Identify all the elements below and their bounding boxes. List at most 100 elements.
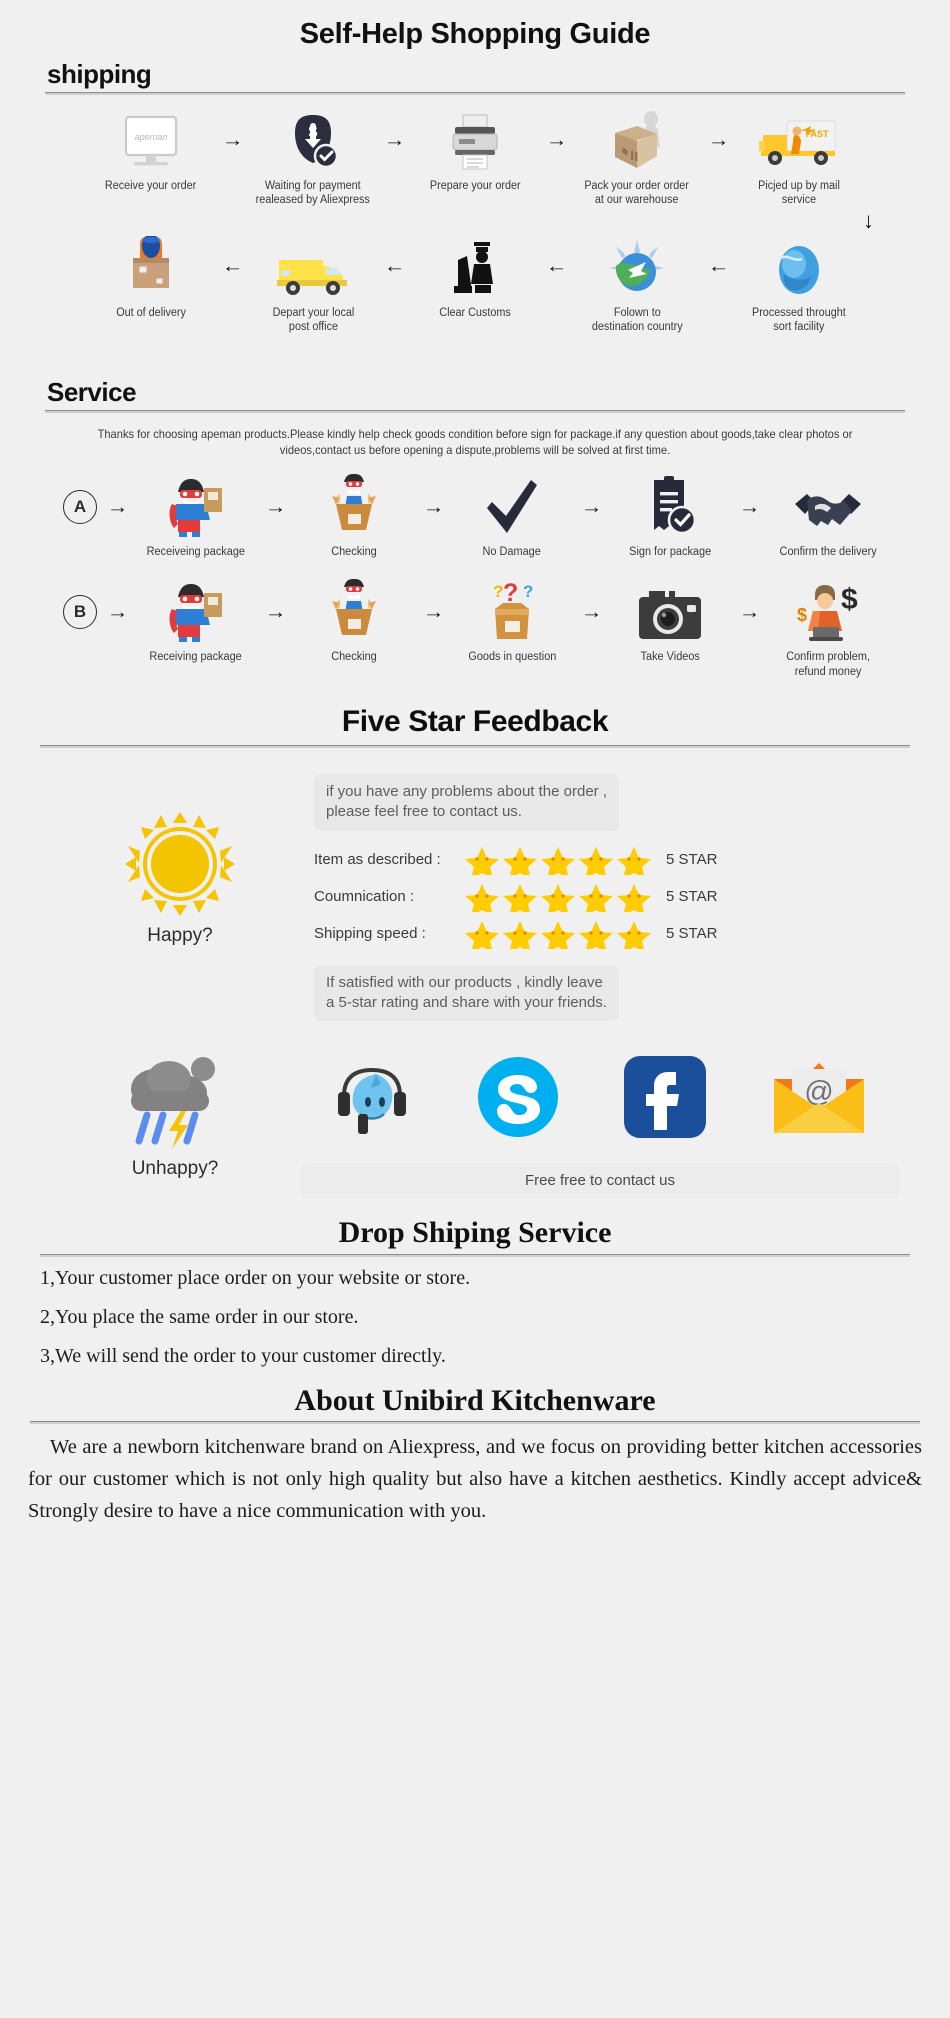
service-flow-b: B → Receiving package → Checking → ? ? ?… (0, 579, 950, 679)
dropship-list: 1,Your customer place order on your webs… (40, 1267, 910, 1368)
handshake-icon (793, 476, 863, 538)
svg-text:$: $ (797, 605, 807, 625)
email-icon[interactable]: @ (770, 1059, 868, 1140)
skype-icon[interactable] (476, 1055, 560, 1144)
arrow-right-icon: → (738, 601, 760, 623)
star-rating (462, 845, 658, 875)
arrow-left-icon: ← (707, 256, 729, 278)
contact-bar[interactable]: Free free to contact us (300, 1163, 900, 1199)
arrow-right-icon: → (383, 129, 405, 151)
service-step-label: Take Videos (640, 651, 700, 664)
svg-text:$: $ (841, 583, 858, 616)
svg-text:$: $ (309, 124, 318, 141)
dropship-rule (40, 1254, 910, 1258)
arrow-right-icon: → (221, 129, 243, 151)
service-step: $ $ Confirm problem, refund money (769, 581, 887, 679)
shipping-step: Pack your order order at our warehouse (576, 109, 698, 208)
checkmark-icon (481, 476, 543, 538)
shipping-step-label: Depart your local post office (272, 306, 354, 334)
service-step-label: Confirm the delivery (779, 546, 877, 559)
shipping-step-label: Folown to destination country (591, 306, 683, 334)
shipping-step-label: Receive your order (105, 180, 197, 192)
shipping-heading: shipping (47, 59, 152, 89)
rating-row: Item as described : 5 STAR (314, 845, 900, 875)
hero-opening-box-icon (324, 579, 384, 643)
rating-row: Shipping speed : 5 STAR (314, 919, 900, 949)
rating-label: Coumnication : (314, 888, 415, 906)
unhappy-block: Unhappy? (50, 1049, 300, 1198)
arrow-right-icon: → (264, 601, 286, 623)
service-step-label: Confirm problem, refund money (786, 651, 870, 678)
svg-text:?: ? (523, 582, 533, 601)
arrow-right-icon: → (545, 129, 567, 151)
monitor-apeman-icon: apeman (120, 109, 182, 171)
printer-icon (447, 109, 503, 171)
about-heading: About Unibird Kitchenware (294, 1384, 656, 1418)
service-step: No Damage (453, 476, 571, 559)
service-step-label: No Damage (482, 546, 542, 559)
shipping-step-label: Out of delivery (116, 306, 186, 319)
feedback-section: Happy? if you have any problems about th… (0, 774, 950, 1022)
service-step: Receiving package (137, 581, 255, 664)
storm-cloud-icon (123, 1049, 227, 1154)
rating-value: 5 STAR (666, 888, 718, 906)
happy-block: Happy? (50, 774, 310, 1021)
service-step-label: Receiveing package (146, 546, 246, 559)
customs-officer-icon (446, 236, 504, 298)
fast-truck-icon: FAST (757, 109, 841, 171)
service-rule (45, 409, 905, 413)
service-step: Sign for package (611, 476, 729, 559)
svg-text:?: ? (503, 579, 518, 607)
ratings-block: if you have any problems about the order… (310, 774, 900, 1022)
arrow-right-icon: → (738, 496, 760, 518)
feedback-bottom-bubble: If satisfied with our products , kindly … (314, 964, 619, 1022)
arrow-left-icon: ← (383, 256, 405, 278)
service-step: Confirm the delivery (769, 476, 887, 559)
service-step-label: Sign for package (629, 546, 711, 559)
service-heading: Service (47, 376, 137, 407)
arrow-right-icon: → (707, 129, 729, 151)
shipping-step: Clear Customs (414, 236, 536, 320)
sun-icon (125, 812, 235, 921)
service-step-label: Checking (331, 546, 377, 559)
arrow-right-icon: → (580, 496, 602, 518)
shipping-step-label: Picjed up by mail service (758, 180, 840, 207)
shipping-step-label: Pack your order order at our warehouse (584, 180, 690, 207)
service-flow-a: A → Receiveing package → Checking → No D… (0, 474, 950, 559)
service-step: Checking (295, 474, 413, 559)
service-step: Take Videos (611, 581, 729, 664)
contact-channels: @ Free free to contact us (300, 1049, 900, 1199)
service-section-header: Service (45, 377, 905, 413)
arrow-right-icon: → (580, 601, 602, 623)
star-rating (462, 882, 658, 912)
shipping-step: Folown to destination country (576, 236, 698, 335)
contact-section: Unhappy? @ Free free to contact us (0, 1049, 950, 1199)
payment-shield-icon: $ (282, 109, 344, 171)
happy-label: Happy? (147, 925, 213, 947)
dropship-item: 1,Your customer place order on your webs… (40, 1267, 471, 1290)
rating-row: Coumnication : 5 STAR (314, 882, 900, 912)
unhappy-label: Unhappy? (131, 1158, 219, 1180)
feedback-rule (40, 745, 910, 749)
arrow-left-icon: ← (221, 256, 243, 278)
shipping-step: Out of delivery (90, 235, 212, 320)
rating-label: Item as described : (314, 851, 441, 869)
page-title: Self-Help Shopping Guide (299, 18, 651, 50)
about-body: We are a newborn kitchenware brand on Al… (28, 1436, 922, 1522)
flow-b-marker: B (63, 595, 97, 630)
shipping-step-label: Prepare your order (429, 180, 521, 192)
arrow-right-icon: → (106, 601, 128, 623)
dropship-item: 2,You place the same order in our store. (40, 1306, 359, 1329)
trademanager-icon[interactable] (332, 1058, 412, 1141)
shipping-step: Processed throught sort facility (738, 236, 860, 335)
signed-document-icon (642, 476, 698, 538)
question-box-icon: ? ? ? (481, 579, 543, 643)
packing-box-icon (605, 109, 669, 171)
facebook-icon[interactable] (624, 1055, 706, 1143)
shipping-step: FAST Picjed up by mail service (738, 109, 860, 208)
service-step-label: Checking (331, 651, 377, 664)
svg-text:?: ? (493, 582, 503, 601)
arrow-down-icon: ↓ (863, 207, 874, 233)
agent-refund-icon: $ $ (795, 581, 861, 643)
shipping-section-header: shipping (45, 59, 905, 95)
